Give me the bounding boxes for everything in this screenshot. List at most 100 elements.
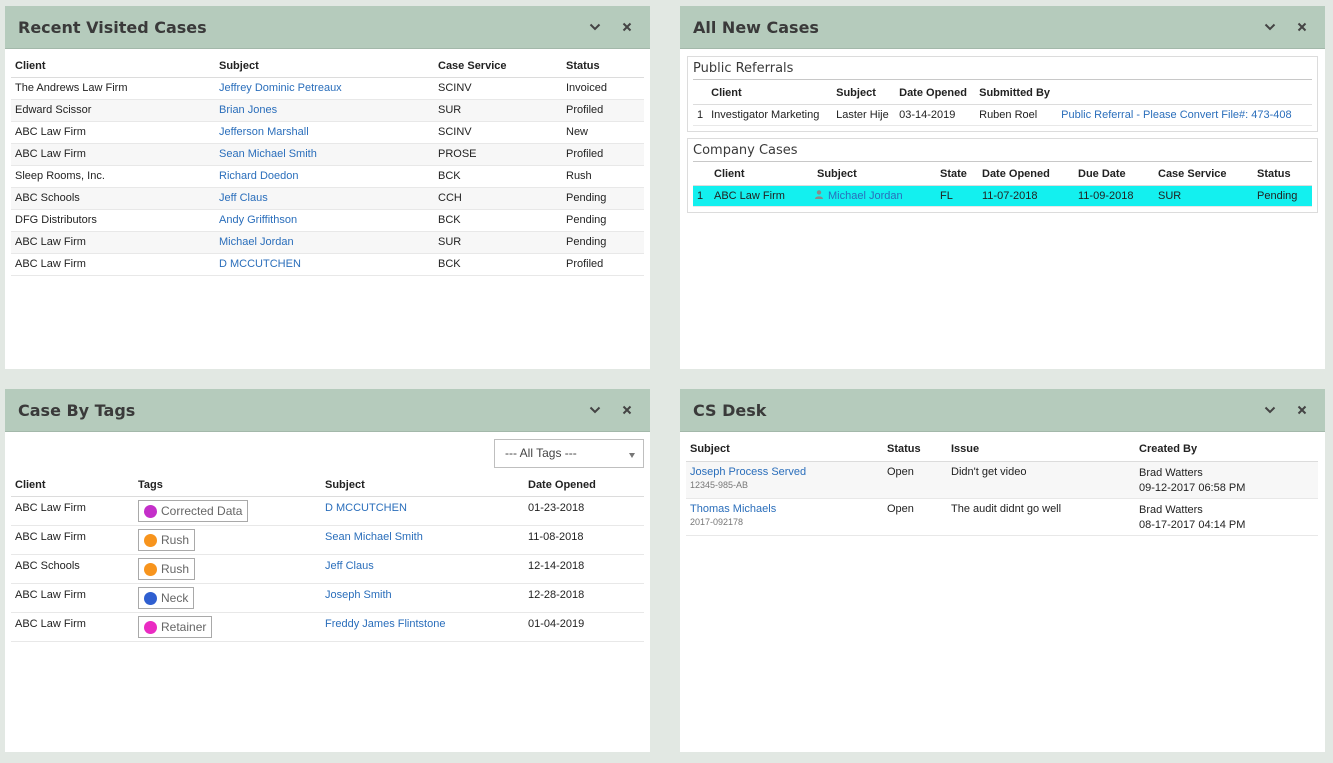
subject-link[interactable]: Thomas Michaels: [690, 503, 776, 515]
table-row[interactable]: 1 ABC Law Firm Michael Jordan FL 11-07-2018 1…: [693, 185, 1312, 207]
table-row[interactable]: Joseph Process Served 12345-985-AB Open Did…: [686, 461, 1318, 499]
tag-label: Neck: [161, 591, 189, 605]
created-by-cell: Brad Watters 09-12-2017 06:58 PM: [1135, 461, 1318, 499]
table-row[interactable]: The Andrews Law Firm Jeffrey Dominic Petr…: [11, 77, 644, 100]
table-row[interactable]: Edward Scissor Brian Jones SUR Profiled: [11, 99, 644, 122]
panel-header: Recent Visited Cases: [5, 6, 650, 49]
col-link: [1057, 82, 1312, 105]
case-service-cell: BCK: [434, 253, 562, 276]
table-row[interactable]: ABC Law Firm Jefferson Marshall SCINV New: [11, 121, 644, 144]
subject-link[interactable]: Jeff Claus: [325, 560, 374, 572]
subject-link[interactable]: Joseph Process Served: [690, 466, 806, 478]
company-cases-section: Company Cases Client Subject State Date …: [687, 137, 1318, 213]
date-opened-cell: 03-14-2019: [895, 104, 976, 126]
subject-link[interactable]: Richard Doedon: [219, 170, 299, 182]
table-row[interactable]: 1 Investigator Marketing Laster Hije 03-14-…: [693, 104, 1312, 126]
close-icon[interactable]: [617, 400, 637, 420]
created-date: 09-12-2017 06:58 PM: [1139, 481, 1246, 494]
tag-badge[interactable]: Neck: [138, 587, 195, 609]
tag-badge[interactable]: Corrected Data: [138, 500, 249, 522]
created-by-cell: Brad Watters 08-17-2017 04:14 PM: [1135, 498, 1318, 536]
row-number: 1: [693, 104, 708, 126]
table-row[interactable]: ABC Law Firm Rush Sean Michael Smith 11-08-…: [11, 525, 644, 555]
subject-link[interactable]: Jefferson Marshall: [219, 126, 309, 138]
subject-link[interactable]: Joseph Smith: [325, 589, 392, 601]
chevron-down-icon[interactable]: [1260, 400, 1280, 420]
subject-link[interactable]: Brian Jones: [219, 104, 277, 116]
close-icon[interactable]: [1292, 400, 1312, 420]
client-cell: Sleep Rooms, Inc.: [11, 165, 215, 188]
recent-cases-panel: Recent Visited Cases Client Subject Case…: [5, 6, 650, 369]
table-row[interactable]: ABC Law Firm Corrected Data D MCCUTCHEN 01-…: [11, 496, 644, 526]
table-row[interactable]: ABC Law Firm Retainer Freddy James Flintst…: [11, 612, 644, 642]
close-icon[interactable]: [617, 17, 637, 37]
case-service-cell: SUR: [434, 99, 562, 122]
subject-cell: Sean Michael Smith: [321, 525, 524, 555]
table-row[interactable]: ABC Law Firm Neck Joseph Smith 12-28-2018: [11, 583, 644, 613]
table-row[interactable]: Sleep Rooms, Inc. Richard Doedon BCK Rush: [11, 165, 644, 188]
tag-badge[interactable]: Rush: [138, 558, 196, 580]
status-cell: Rush: [562, 165, 644, 188]
case-service-cell: SUR: [1154, 185, 1253, 207]
tag-badge[interactable]: Rush: [138, 529, 196, 551]
col-status: Status: [883, 437, 947, 462]
col-case-service: Case Service: [1154, 163, 1253, 186]
due-date-cell: 11-09-2018: [1074, 185, 1154, 207]
subject-link[interactable]: Sean Michael Smith: [325, 531, 423, 543]
subject-link[interactable]: Sean Michael Smith: [219, 148, 317, 160]
tag-color-dot: [144, 504, 157, 518]
table-row[interactable]: ABC Schools Rush Jeff Claus 12-14-2018: [11, 554, 644, 584]
tag-cell: Rush: [134, 525, 321, 555]
subject-link[interactable]: D MCCUTCHEN: [325, 502, 407, 514]
col-client: Client: [11, 474, 134, 497]
tag-label: Corrected Data: [161, 504, 243, 518]
state-cell: FL: [936, 185, 978, 207]
subject-link[interactable]: Freddy James Flintstone: [325, 618, 445, 630]
cs-desk-panel: CS Desk Subject Status Issue Created By …: [680, 389, 1325, 752]
subject-cell: Freddy James Flintstone: [321, 612, 524, 642]
client-cell: ABC Law Firm: [710, 185, 813, 207]
subject-link[interactable]: Michael Jordan: [828, 190, 903, 202]
table-row[interactable]: ABC Law Firm Sean Michael Smith PROSE Profi…: [11, 143, 644, 166]
table-row[interactable]: ABC Law Firm D MCCUTCHEN BCK Profiled: [11, 253, 644, 276]
status-cell: Profiled: [562, 99, 644, 122]
table-row[interactable]: ABC Law Firm Michael Jordan SUR Pending: [11, 231, 644, 254]
subject-cell: D MCCUTCHEN: [215, 253, 434, 276]
chevron-down-icon[interactable]: [585, 400, 605, 420]
table-row[interactable]: ABC Schools Jeff Claus CCH Pending: [11, 187, 644, 210]
subject-link[interactable]: D MCCUTCHEN: [219, 258, 301, 270]
client-cell: DFG Distributors: [11, 209, 215, 232]
panel-title: Case By Tags: [18, 400, 136, 420]
case-by-tags-table: Client Tags Subject Date Opened ABC Law …: [11, 474, 644, 642]
table-row[interactable]: Thomas Michaels 2017-092178 Open The audit …: [686, 498, 1318, 536]
public-referrals-table: Client Subject Date Opened Submitted By …: [693, 82, 1312, 126]
chevron-down-icon[interactable]: [585, 17, 605, 37]
subject-cell: Michael Jordan: [215, 231, 434, 254]
created-date: 08-17-2017 04:14 PM: [1139, 518, 1246, 531]
col-status: Status: [1253, 163, 1312, 186]
convert-referral-link[interactable]: Public Referral - Please Convert File#: …: [1061, 109, 1292, 121]
tag-label: Rush: [161, 562, 190, 576]
subject-cell: Sean Michael Smith: [215, 143, 434, 166]
date-opened-cell: 11-08-2018: [524, 525, 644, 555]
referral-link-cell: Public Referral - Please Convert File#: …: [1057, 104, 1312, 126]
subject-cell: Laster Hije: [832, 104, 896, 126]
status-cell: Pending: [562, 209, 644, 232]
subject-link[interactable]: Andy Griffithson: [219, 214, 297, 226]
case-reference: 12345-985-AB: [690, 479, 749, 490]
close-icon[interactable]: [1292, 17, 1312, 37]
panel-header: Case By Tags: [5, 389, 650, 432]
tag-color-dot: [144, 620, 157, 634]
subject-link[interactable]: Jeffrey Dominic Petreaux: [219, 82, 342, 94]
client-cell: ABC Schools: [11, 554, 134, 584]
col-created-by: Created By: [1135, 437, 1318, 462]
status-cell: Pending: [562, 231, 644, 254]
tag-cell: Neck: [134, 583, 321, 613]
date-opened-cell: 01-04-2019: [524, 612, 644, 642]
tag-badge[interactable]: Retainer: [138, 616, 213, 638]
subject-link[interactable]: Jeff Claus: [219, 192, 268, 204]
subject-link[interactable]: Michael Jordan: [219, 236, 294, 248]
chevron-down-icon[interactable]: [1260, 17, 1280, 37]
tags-filter-select[interactable]: --- All Tags ---: [494, 439, 644, 468]
table-row[interactable]: DFG Distributors Andy Griffithson BCK Pendi…: [11, 209, 644, 232]
